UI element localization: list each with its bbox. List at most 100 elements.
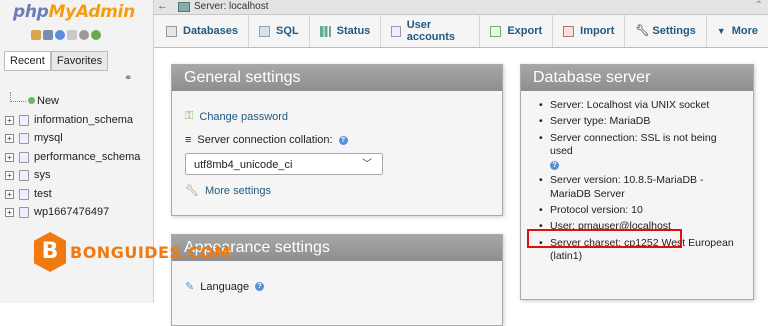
tab-export[interactable]: Export xyxy=(480,15,554,47)
database-icon xyxy=(19,188,29,200)
collapse-nav-icon[interactable]: ← xyxy=(157,0,168,12)
watermark: B BONGUIDES.COM xyxy=(34,232,231,272)
tab-label: Import xyxy=(580,25,615,37)
tree-item-label: performance_schema xyxy=(34,150,141,163)
database-tree: New + information_schema + mysql + performa… xyxy=(2,92,152,222)
tree-item-db[interactable]: + mysql xyxy=(2,129,152,148)
list-item: Protocol version: 10 xyxy=(537,204,742,218)
breadcrumb-server[interactable]: Server: localhost xyxy=(178,1,268,12)
tree-item-db[interactable]: + wp1667476497 xyxy=(2,203,152,222)
database-icon xyxy=(19,170,29,181)
tab-favorites[interactable]: Favorites xyxy=(50,51,109,71)
list-item: Server: Localhost via UNIX socket xyxy=(537,99,742,113)
tab-label: Export xyxy=(507,25,543,37)
general-settings-panel: General settings ⚿ Change password ≡ Ser… xyxy=(171,64,503,216)
tree-item-label: wp1667476497 xyxy=(34,206,110,218)
expand-icon[interactable]: + xyxy=(5,189,14,199)
list-icon: ≡ xyxy=(185,134,192,146)
language-row: ✎ Language ? xyxy=(185,280,265,293)
tab-recent[interactable]: Recent xyxy=(4,51,51,71)
list-item: Server connection: SSL is not being used… xyxy=(537,132,742,172)
wrench-icon: 🔧︎ xyxy=(185,185,199,197)
more-settings-row[interactable]: 🔧︎ More settings xyxy=(185,184,271,198)
tab-label: Status xyxy=(336,25,371,37)
change-password-link[interactable]: Change password xyxy=(199,111,288,123)
expand-icon[interactable]: + xyxy=(5,134,14,143)
users-icon xyxy=(391,25,401,37)
phpmyadmin-logo[interactable]: phpMyAdmin xyxy=(13,2,135,22)
logo-php: php xyxy=(13,2,49,22)
tab-more[interactable]: ▼ More xyxy=(707,15,768,47)
collation-label: Server connection collation: xyxy=(197,134,333,146)
change-password-row[interactable]: ⚿ Change password xyxy=(185,110,288,123)
tree-connector-line xyxy=(10,92,26,102)
status-icon xyxy=(319,25,331,37)
collation-select[interactable]: utf8mb4_unicode_ci ﹀ xyxy=(185,153,383,175)
logo-myadmin: MyAdmin xyxy=(48,2,136,22)
nav-icon-bar xyxy=(31,30,101,40)
panel-title: General settings xyxy=(172,65,502,91)
chevron-down-icon: ▼ xyxy=(716,26,726,36)
language-icon: ✎ xyxy=(185,281,195,293)
tab-databases[interactable]: Databases xyxy=(154,15,250,47)
database-icon xyxy=(19,207,29,218)
export-icon xyxy=(490,25,502,37)
list-item: Server type: MariaDB xyxy=(537,115,742,129)
home-icon[interactable] xyxy=(31,30,41,40)
tree-item-label: test xyxy=(34,187,52,200)
reload-icon[interactable] xyxy=(91,30,101,40)
panel-title: Database server xyxy=(521,65,753,91)
collation-value: utf8mb4_unicode_ci xyxy=(194,159,293,171)
list-item: Server version: 10.8.5-MariaDB - MariaDB… xyxy=(537,174,742,201)
main-content: General settings ⚿ Change password ≡ Ser… xyxy=(154,48,768,326)
tree-item-db[interactable]: + information_schema xyxy=(2,111,152,130)
collation-row: ≡ Server connection collation: ? xyxy=(185,134,348,146)
server-icon xyxy=(178,1,190,12)
expand-icon[interactable]: + xyxy=(5,171,14,180)
tab-import[interactable]: Import xyxy=(553,15,626,47)
docs-icon[interactable] xyxy=(67,30,77,40)
tree-item-label: sys xyxy=(34,169,51,181)
expand-icon[interactable]: + xyxy=(5,208,14,217)
language-label: Language xyxy=(200,280,250,293)
gear-icon[interactable] xyxy=(79,30,89,40)
wrench-icon: 🔧︎ xyxy=(635,24,650,37)
tab-label: Databases xyxy=(183,25,239,37)
database-icon xyxy=(166,25,177,37)
tree-item-label: New xyxy=(37,95,60,107)
tab-settings[interactable]: 🔧︎ Settings xyxy=(625,15,707,47)
sql-query-icon[interactable] xyxy=(43,30,53,40)
database-icon xyxy=(19,114,29,126)
more-settings-link[interactable]: More settings xyxy=(205,185,271,197)
expand-icon[interactable]: + xyxy=(5,115,14,125)
tab-status[interactable]: Status xyxy=(310,15,382,47)
help-icon[interactable]: ? xyxy=(255,282,265,291)
tree-item-db[interactable]: + test xyxy=(2,185,152,204)
tree-item-new[interactable]: New xyxy=(2,92,152,111)
tree-item-db[interactable]: + sys xyxy=(2,166,152,185)
tab-label: More xyxy=(731,25,758,37)
chevron-down-icon: ﹀ xyxy=(362,159,372,170)
watermark-text: BONGUIDES.COM xyxy=(70,242,231,262)
list-item-text: Server connection: SSL is not being used xyxy=(550,131,717,157)
expand-icon[interactable]: + xyxy=(5,152,14,162)
tab-label: User accounts xyxy=(406,19,456,43)
help-icon[interactable]: ? xyxy=(338,135,348,145)
top-breadcrumb-bar: ← Server: localhost ⌃ xyxy=(154,0,768,15)
tree-item-label: mysql xyxy=(34,132,63,144)
watermark-logo: B xyxy=(34,232,66,272)
maximize-icon[interactable]: ⌃ xyxy=(755,0,763,11)
import-icon xyxy=(563,25,575,37)
nav-tabs: Recent Favorites xyxy=(4,51,109,71)
tree-item-db[interactable]: + performance_schema xyxy=(2,148,152,167)
help-icon[interactable] xyxy=(55,30,65,40)
link-chain-icon[interactable]: ⚭ xyxy=(124,73,132,84)
tab-sql[interactable]: SQL xyxy=(249,15,310,47)
tab-label: SQL xyxy=(276,25,299,37)
key-icon: ⚿ xyxy=(185,110,194,122)
help-icon[interactable]: ? xyxy=(550,161,559,171)
tab-user-accounts[interactable]: User accounts xyxy=(381,15,481,47)
breadcrumb-server-label: Server: localhost xyxy=(194,1,269,12)
new-database-icon xyxy=(28,97,35,104)
tree-item-label: information_schema xyxy=(34,113,134,126)
